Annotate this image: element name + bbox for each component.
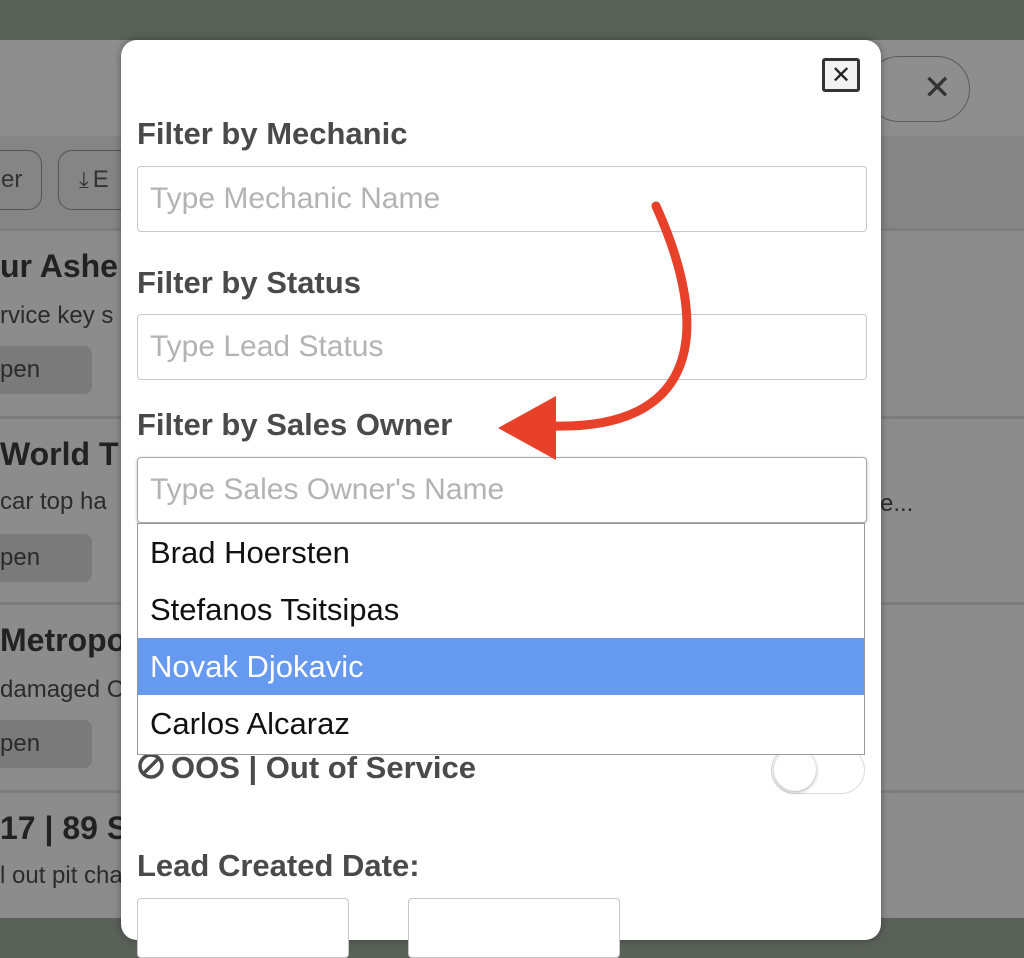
card-text: rvice key s — [0, 302, 114, 329]
card-status-pill: pen — [0, 534, 92, 582]
card-text-overflow: e... — [880, 490, 914, 517]
close-icon: ✕ — [923, 68, 952, 108]
top-bar — [0, 0, 1024, 40]
dropdown-option[interactable]: Stefanos Tsitsipas — [138, 581, 864, 638]
search-close-button[interactable]: ✕ — [866, 56, 970, 122]
export-button-label: E — [92, 166, 109, 193]
mechanic-input[interactable] — [137, 166, 867, 232]
oos-row: OOS | Out of Service — [137, 750, 476, 790]
dropdown-option[interactable]: Carlos Alcaraz — [138, 695, 864, 752]
card-title[interactable]: World T — [0, 436, 119, 473]
card-status-pill: pen — [0, 346, 92, 394]
modal-close-icon: ✕ — [830, 61, 852, 89]
oos-label: OOS | Out of Service — [171, 750, 476, 785]
date-from-input[interactable] — [137, 898, 349, 958]
toggle-knob — [774, 749, 816, 791]
dropdown-option[interactable]: Brad Hoersten — [138, 524, 864, 581]
no-entry-icon — [137, 752, 165, 785]
filter-modal: ✕ Filter by Mechanic Filter by Status Fi… — [121, 40, 881, 958]
card-status-pill: pen — [0, 720, 92, 768]
download-icon: ⤓ — [79, 168, 89, 193]
card-text: car top ha — [0, 488, 107, 515]
card-title[interactable]: ur Ashe — [0, 248, 118, 285]
mechanic-filter-label: Filter by Mechanic — [137, 116, 408, 151]
card-title[interactable]: 17 | 89 S — [0, 810, 128, 847]
status-filter-label: Filter by Status — [137, 265, 361, 300]
filter-button[interactable]: er — [0, 150, 42, 210]
card-text: l out pit cha — [0, 862, 123, 889]
sales-owner-input[interactable] — [137, 457, 867, 523]
dropdown-option-selected[interactable]: Novak Djokavic — [138, 638, 864, 695]
sales-owner-dropdown: Brad Hoersten Stefanos Tsitsipas Novak D… — [137, 523, 865, 755]
status-input[interactable] — [137, 314, 867, 380]
date-to-input[interactable] — [408, 898, 620, 958]
card-text: damaged C — [0, 676, 125, 703]
filter-button-label: er — [1, 166, 23, 193]
date-filter-label: Lead Created Date: — [137, 848, 420, 883]
modal-close-button[interactable]: ✕ — [822, 58, 860, 92]
card-title[interactable]: Metropo — [0, 622, 126, 659]
sales-owner-filter-label: Filter by Sales Owner — [137, 407, 453, 442]
